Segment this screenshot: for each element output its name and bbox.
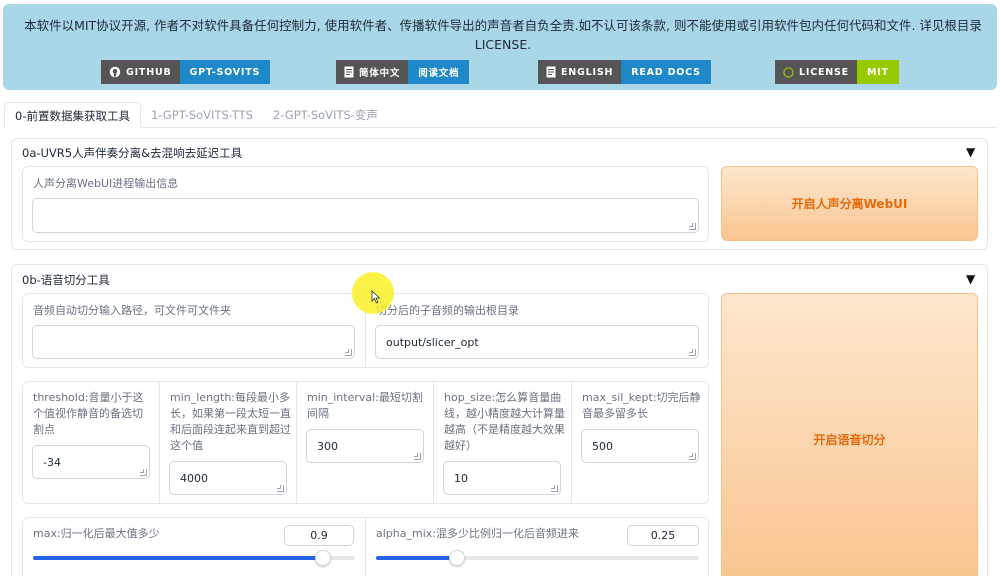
hop-size-field[interactable]: 10 xyxy=(443,461,561,495)
document-icon xyxy=(344,66,354,78)
resize-grip-icon[interactable] xyxy=(140,469,147,476)
min-interval-field[interactable]: 300 xyxy=(306,429,424,463)
alpha-mix-number-input[interactable]: 0.25 xyxy=(627,525,699,546)
collapse-caret-icon[interactable]: ▼ xyxy=(966,272,975,286)
min-length-field[interactable]: 4000 xyxy=(169,461,287,495)
license-text: 本软件以MIT协议开源, 作者不对软件具备任何控制力, 使用软件者、传播软件导出… xyxy=(23,16,983,54)
divider xyxy=(365,518,366,576)
start-uvr-button[interactable]: 开启人声分离WebUI xyxy=(721,166,978,241)
license-text-line-2: LICENSE. xyxy=(474,37,532,52)
resize-grip-icon[interactable] xyxy=(689,223,696,230)
github-badge[interactable]: GITHUB GPT-SOVITS xyxy=(101,60,271,84)
chinese-docs-badge-value: 阅读文档 xyxy=(408,60,470,84)
github-badge-left: GITHUB xyxy=(101,60,180,84)
english-docs-badge-left: ENGLISH xyxy=(538,60,622,84)
max-sil-kept-value: 500 xyxy=(592,439,613,453)
output-dir-field[interactable]: output/slicer_opt xyxy=(375,325,699,359)
start-slicer-button[interactable]: 开启语音切分 xyxy=(721,293,978,576)
resize-grip-icon[interactable] xyxy=(551,485,558,492)
max-slider-thumb[interactable] xyxy=(315,550,331,566)
english-docs-badge-label: ENGLISH xyxy=(561,66,614,78)
threshold-label: threshold:音量小于这个值视作静音的备选切割点 xyxy=(33,391,144,436)
min-length-label: min_length:每段最小多长，如果第一段太短一直和后面段连起来直到超过这个… xyxy=(170,391,291,452)
tab-dataset-tools[interactable]: 0-前置数据集获取工具 xyxy=(4,102,141,128)
divider xyxy=(571,382,572,503)
license-badge-value: MIT xyxy=(856,60,899,84)
input-path-label: 音频自动切分输入路径，可文件可文件夹 xyxy=(33,304,231,317)
uvr-output-label: 人声分离WebUI进程输出信息 xyxy=(33,177,179,190)
threshold-value: -34 xyxy=(43,455,61,469)
divider xyxy=(296,382,297,503)
english-docs-badge[interactable]: ENGLISH READ DOCS xyxy=(538,60,711,84)
license-banner: 本软件以MIT协议开源, 作者不对软件具备任何控制力, 使用软件者、传播软件导出… xyxy=(3,4,997,90)
min-interval-label: min_interval:最短切割间隔 xyxy=(307,391,423,420)
max-number-input[interactable]: 0.9 xyxy=(284,525,354,546)
tab-voice-change[interactable]: 2-GPT-SoVITS-变声 xyxy=(263,102,388,128)
license-text-line-1: 本软件以MIT协议开源, 作者不对软件具备任何控制力, 使用软件者、传播软件导出… xyxy=(24,18,982,33)
chinese-docs-badge-label: 简体中文 xyxy=(359,68,401,79)
english-docs-badge-value: READ DOCS xyxy=(621,60,711,84)
max-sil-kept-field[interactable]: 500 xyxy=(581,429,699,463)
license-badge-label: LICENSE xyxy=(799,66,849,78)
output-dir-value: output/slicer_opt xyxy=(386,335,479,349)
divider xyxy=(159,382,160,503)
max-slider[interactable] xyxy=(33,550,355,566)
uvr-section-title[interactable]: 0a-UVR5人声伴奏分离&去混响去延迟工具 xyxy=(22,145,242,161)
github-badge-value: GPT-SOVITS xyxy=(179,60,271,84)
slicer-section-title[interactable]: 0b-语音切分工具 xyxy=(22,272,110,288)
min-interval-value: 300 xyxy=(317,439,338,453)
license-icon xyxy=(783,66,794,78)
max-label: max:归一化后最大值多少 xyxy=(33,527,160,540)
output-dir-label: 切分后的子音频的输出根目录 xyxy=(376,304,519,317)
license-badge[interactable]: LICENSE MIT xyxy=(775,60,899,84)
uvr-output-field[interactable] xyxy=(32,198,699,233)
alpha-mix-slider-fill xyxy=(376,556,457,560)
license-badge-left: LICENSE xyxy=(775,60,857,84)
mouse-cursor-icon xyxy=(371,290,381,304)
alpha-mix-label: alpha_mix:混多少比例归一化后音频进来 xyxy=(376,527,579,540)
chinese-docs-badge[interactable]: 简体中文 阅读文档 xyxy=(336,60,470,84)
hop-size-value: 10 xyxy=(454,471,468,485)
divider xyxy=(433,382,434,503)
tab-tts[interactable]: 1-GPT-SoVITS-TTS xyxy=(141,102,263,128)
main-tabs: 0-前置数据集获取工具 1-GPT-SoVITS-TTS 2-GPT-SoVIT… xyxy=(4,102,388,128)
alpha-mix-slider[interactable] xyxy=(376,550,699,566)
document-icon xyxy=(546,66,556,78)
resize-grip-icon[interactable] xyxy=(345,349,352,356)
alpha-mix-slider-thumb[interactable] xyxy=(449,550,465,566)
min-length-value: 4000 xyxy=(180,471,208,485)
collapse-caret-icon[interactable]: ▼ xyxy=(966,145,975,159)
threshold-field[interactable]: -34 xyxy=(32,445,150,479)
resize-grip-icon[interactable] xyxy=(277,485,284,492)
resize-grip-icon[interactable] xyxy=(689,453,696,460)
max-sil-kept-label: max_sil_kept:切完后静音最多留多长 xyxy=(582,391,701,420)
hop-size-label: hop_size:怎么算音量曲线，越小精度越大计算量越高（不是精度越大效果越好） xyxy=(444,391,565,452)
max-slider-fill xyxy=(33,556,323,560)
github-icon xyxy=(109,66,121,78)
chinese-docs-badge-left: 简体中文 xyxy=(336,60,409,84)
resize-grip-icon[interactable] xyxy=(689,349,696,356)
github-badge-label: GITHUB xyxy=(126,66,172,78)
input-path-field[interactable] xyxy=(32,325,355,359)
resize-grip-icon[interactable] xyxy=(414,453,421,460)
